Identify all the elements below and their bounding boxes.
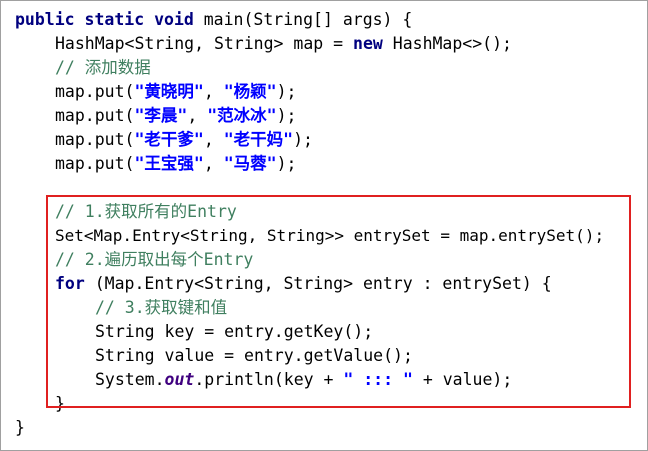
code-line-6: map.put("老干爹", "老干妈"); [55,128,313,152]
code-line-16: System.out.println(key + " ::: " + value… [95,368,512,392]
code-comment: // 2.遍历取出每个Entry [55,250,254,269]
string-literal: "黄晓明" [134,82,204,101]
code-line-4: map.put("黄晓明", "杨颖"); [55,80,296,104]
code-text: .println(key + [194,370,344,389]
string-literal: "王宝强" [134,154,204,173]
code-line-10: Set<Map.Entry<String, String>> entrySet … [55,226,605,245]
code-text: System. [95,370,165,389]
code-line-7: map.put("王宝强", "马蓉"); [55,152,296,176]
static-field: out [164,370,195,389]
code-comment: // 1.获取所有的Entry [55,202,237,221]
keyword: for [55,274,85,293]
string-literal: "马蓉" [223,154,277,173]
code-text: , [203,154,224,173]
code-text: ); [276,106,297,125]
code-comment: // 添加数据 [55,58,151,77]
code-text: map.put( [55,130,135,149]
string-literal: "范冰冰" [207,106,277,125]
code-text: HashMap<String, String> map = [55,34,354,53]
code-line-5: map.put("李晨", "范冰冰"); [55,104,296,128]
code-text: + value); [412,370,513,389]
string-literal: "杨颖" [223,82,277,101]
code-line-12: for (Map.Entry<String, String> entry : e… [55,272,552,296]
string-literal: "李晨" [134,106,188,125]
string-literal: "老干爹" [134,130,204,149]
string-literal: " ::: " [343,370,413,389]
code-text: map.put( [55,154,135,173]
keyword: new [353,34,383,53]
code-line-2: HashMap<String, String> map = new HashMa… [55,32,512,56]
code-text: main(String[] args) { [193,10,413,29]
code-text: map.put( [55,82,135,101]
code-editor[interactable]: public static void main(String[] args) {… [0,0,648,451]
code-text: ); [293,130,313,149]
code-line-1: public static void main(String[] args) { [15,8,412,32]
closing-brace: } [15,418,25,437]
code-text: , [203,130,224,149]
code-line-14: String key = entry.getKey(); [95,322,374,341]
keyword: public static void [15,10,194,29]
closing-brace: } [55,394,65,413]
code-line-15: String value = entry.getValue(); [95,346,413,365]
code-text: map.put( [55,106,135,125]
code-text: , [203,82,224,101]
code-comment: // 3.获取键和值 [95,298,228,317]
code-text: ); [276,82,297,101]
code-text: ); [276,154,297,173]
string-literal: "老干妈" [223,130,294,149]
code-text: (Map.Entry<String, String> entry : entry… [84,274,552,293]
code-text: , [187,106,208,125]
code-text: HashMap<>(); [382,34,512,53]
